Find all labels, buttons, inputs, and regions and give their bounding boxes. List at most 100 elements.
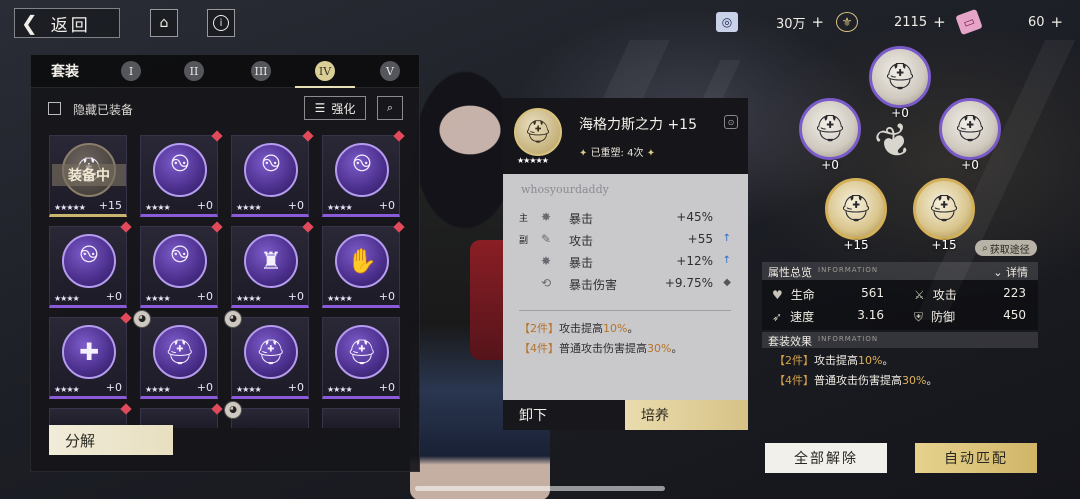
ticket-icon: ▭ <box>955 8 983 36</box>
equip-slot-4[interactable]: ⛑ +15 <box>825 178 887 252</box>
lock-icon[interactable]: ⊙ <box>724 115 738 129</box>
tab-set-5[interactable]: V <box>380 61 400 81</box>
set-suffix: 。 <box>882 354 894 367</box>
add-coins-button[interactable]: + <box>812 13 825 31</box>
equipment-card[interactable]: ⛑ ★★★★ +0 <box>322 317 400 399</box>
stat-name: 攻击 <box>569 234 594 248</box>
heart-icon: ♥ <box>772 288 783 302</box>
details-toggle[interactable]: ⌄ 详情 <box>993 264 1028 280</box>
equip-slot-5[interactable]: ⛑ +15 <box>913 178 975 252</box>
sort-icon: ☰ <box>314 101 326 115</box>
home-button[interactable]: ⌂ <box>150 9 178 37</box>
detail-header: ⛑ ★★★★★ 海格力斯之力 +15 ✦ 已重塑: 4次 ✦ ⊙ <box>503 98 748 174</box>
home-indicator[interactable] <box>415 486 665 491</box>
equipped-tag: 装备中 <box>52 164 126 186</box>
equip-slot-1[interactable]: ⛑ +0 <box>869 46 931 120</box>
add-fleur-button[interactable]: + <box>933 13 946 31</box>
equipment-card[interactable]: ࿊ ★★★★ +0 <box>322 130 405 217</box>
tab-set-2[interactable]: II <box>184 61 204 81</box>
attr-name: 防御 <box>931 310 956 324</box>
card-level: +0 <box>378 199 395 212</box>
unequip-all-button[interactable]: 全部解除 <box>765 443 887 473</box>
attr-speed: ➶ 速度 <box>772 308 814 325</box>
slot-level: +15 <box>931 238 957 252</box>
train-button[interactable]: 培养 <box>625 400 748 430</box>
home-icon: ⌂ <box>159 15 169 31</box>
set-pieces: 【2件】 <box>519 322 559 335</box>
hide-equipped-checkbox[interactable] <box>48 102 61 115</box>
chevron-left-icon: ❮ <box>21 11 41 35</box>
helmet-icon: ⛑ <box>869 46 931 108</box>
equipment-card[interactable]: ࿊ ★★★★ +0 <box>140 130 223 217</box>
tab-set-1[interactable]: I <box>121 61 141 81</box>
new-dot-badge <box>120 312 132 324</box>
set-text: 攻击提高 <box>559 322 603 335</box>
equipment-card-partial[interactable] <box>322 408 400 428</box>
tab-set-3[interactable]: III <box>251 61 271 81</box>
stat-name: 暴击 <box>569 256 594 270</box>
card-level: +0 <box>196 199 213 212</box>
back-button[interactable]: ❮ 返回 <box>14 8 120 38</box>
set-effect-header: 套装效果 INFORMATION <box>762 332 1038 348</box>
equipment-card[interactable]: ࿊ ★★★★ +0 <box>49 221 132 308</box>
stat-value: +55 <box>687 232 713 246</box>
owner-avatar: ◕ <box>224 401 242 419</box>
unequip-button[interactable]: 卸下 <box>503 400 625 430</box>
set-value: 10% <box>858 354 883 367</box>
divider <box>519 310 731 311</box>
equip-slot-2[interactable]: ⛑ +0 <box>799 98 861 172</box>
auto-match-button[interactable]: 自动匹配 <box>915 443 1037 473</box>
ticket-value: 60 <box>1028 14 1045 30</box>
overview-subtitle: INFORMATION <box>818 266 879 274</box>
set-suffix: 。 <box>926 374 938 387</box>
card-level: +0 <box>287 290 304 303</box>
coins-value: 30万 <box>776 16 806 32</box>
currency-ticket: ▭ 60 + <box>955 8 1064 36</box>
crit-dmg-icon: ⟲ <box>541 276 552 290</box>
card-stars: ★★★★ <box>54 385 80 394</box>
equip-slot-3[interactable]: ⛑ +0 <box>939 98 1001 172</box>
helmet-icon: ⛑ <box>514 108 562 156</box>
stat-name: 暴击伤害 <box>569 278 618 292</box>
attr-name: 攻击 <box>932 288 957 302</box>
search-icon: ⌕ <box>982 242 988 254</box>
equipment-card[interactable]: ♜ ★★★★ +0 <box>231 221 314 308</box>
equipment-card[interactable]: ✋ ★★★★ +0 <box>322 221 405 308</box>
equipment-card[interactable]: ࿊ ★★★★ +0 <box>231 130 314 217</box>
set-effect-4: 【4件】普通攻击伤害提高30%。 <box>774 372 937 388</box>
equipment-card[interactable]: ✚ ★★★★ +0 <box>49 312 132 399</box>
enhance-sort-button[interactable]: ☰ 强化 <box>304 96 366 120</box>
card-stars: ★★★★ <box>327 385 353 394</box>
filter-search-button[interactable]: ⌕ <box>377 96 403 120</box>
stat-row-sub: 副 ✎ 攻击 +55 ↑ <box>519 231 731 251</box>
equipment-card[interactable]: ⛑ ★★★★ +0 ◕ <box>133 310 218 399</box>
tab-set-4[interactable]: IV <box>315 61 335 81</box>
set-pieces: 【2件】 <box>774 354 814 367</box>
decompose-button[interactable]: 分解 <box>49 425 173 455</box>
detail-footer: 卸下 培养 <box>503 400 748 430</box>
card-level: +0 <box>287 381 304 394</box>
card-stars: ★★★★ <box>145 203 171 212</box>
helmet-icon: ⛑ <box>799 98 861 160</box>
set-pieces: 【4件】 <box>519 342 559 355</box>
helmet-icon: ⛑ <box>244 325 298 379</box>
swirl-gear-icon: ࿊ <box>153 234 207 288</box>
card-stars: ★★★★★ <box>54 203 86 212</box>
get-route-button[interactable]: ⌕ 获取途径 <box>975 240 1037 256</box>
info-button[interactable]: i <box>207 9 235 37</box>
upgrade-arrow-icon: ↑ <box>722 233 731 244</box>
card-stars: ★★★★ <box>145 385 171 394</box>
equipment-card[interactable]: ⛑ ★★★★ +0 ◕ <box>224 310 309 399</box>
equipment-detail-card: ⛑ ★★★★★ 海格力斯之力 +15 ✦ 已重塑: 4次 ✦ ⊙ whosyou… <box>503 98 748 430</box>
set-text: 普通攻击伤害提高 <box>814 374 902 387</box>
fleur-value: 2115 <box>894 14 928 30</box>
attr-hp-value: 561 <box>861 286 884 300</box>
equipment-card[interactable]: ⛑ 装备中 ★★★★★ +15 <box>49 135 127 217</box>
slot-level: +15 <box>843 238 869 252</box>
equipment-card-partial[interactable]: ◕ <box>224 401 309 428</box>
set-text: 攻击提高 <box>814 354 858 367</box>
equipment-card[interactable]: ࿊ ★★★★ +0 <box>140 221 223 308</box>
add-ticket-button[interactable]: + <box>1051 13 1064 31</box>
get-route-label: 获取途径 <box>989 244 1030 256</box>
new-dot-badge <box>393 130 405 142</box>
